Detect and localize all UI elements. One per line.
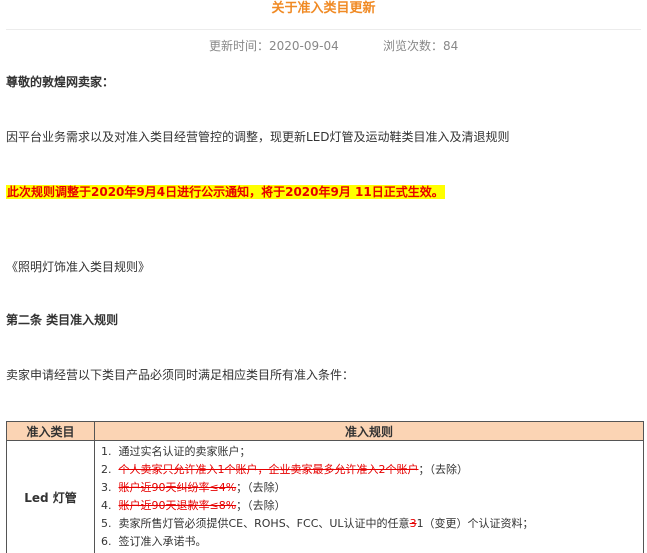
update-time-label: 更新时间： (209, 39, 270, 53)
rule-text: ；（去除） (236, 481, 286, 494)
rule-removed-text: 账户近90天退款率≤8% (118, 499, 237, 512)
category-cell: Led 灯管 (6, 440, 95, 553)
rule-item: 6. 签订准入承诺书。 (101, 533, 643, 551)
admission-rules-table: 准入类目 准入规则 Led 灯管 1. 通过实名认证的卖家账户； 2. 个人卖家… (6, 421, 644, 553)
rule-number: 4. (101, 499, 112, 512)
effective-notice-highlight: 此次规则调整于2020年9月4日进行公示通知，将于2020年9月 11日正式生效… (6, 185, 445, 199)
rule-number: 1. (101, 445, 112, 458)
rules-cell: 1. 通过实名认证的卖家账户； 2. 个人卖家只允许准入1个账户，企业卖家最多允… (94, 440, 644, 553)
rule-item: 3. 账户近90天纠纷率≤4%；（去除） (101, 479, 643, 497)
rule-text: 通过实名认证的卖家账户； (118, 445, 251, 458)
table-row: Led 灯管 1. 通过实名认证的卖家账户； 2. 个人卖家只允许准入1个账户，… (6, 440, 644, 553)
intro-paragraph: 因平台业务需求以及对准入类目经营管控的调整，现更新LED灯管及运动鞋类目准入及清… (6, 130, 510, 144)
rule-item: 5. 卖家所售灯管必须提供CE、ROHS、FCC、UL认证中的任意31（变更）个… (101, 515, 643, 533)
requirement-text: 卖家申请经营以下类目产品必须同时满足相应类目所有准入条件： (6, 368, 355, 382)
header-rules: 准入规则 (94, 421, 644, 441)
rule-number: 3. (101, 481, 112, 494)
rule-item: 4. 账户近90天退款率≤8%；（去除） (101, 497, 643, 515)
rule-item: 2. 个人卖家只允许准入1个账户，企业卖家最多允许准入2个账户；（去除） (101, 461, 643, 479)
rule-removed-text: 个人卖家只允许准入1个账户，企业卖家最多允许准入2个账户 (118, 463, 419, 476)
rule-removed-text: 3 (409, 517, 417, 530)
view-count-value: 84 (443, 39, 459, 53)
view-count-label: 浏览次数： (383, 39, 444, 53)
table-header-row: 准入类目 准入规则 (6, 421, 644, 441)
title-divider (6, 29, 641, 30)
header-category: 准入类目 (6, 421, 95, 441)
effective-notice: 此次规则调整于2020年9月4日进行公示通知，将于2020年9月 11日正式生效… (6, 184, 445, 200)
update-time: 更新时间：2020-09-04 (209, 38, 339, 54)
rule-number: 6. (101, 535, 112, 548)
article-heading: 第二条 类目准入规则 (6, 313, 119, 327)
rule-number: 2. (101, 463, 112, 476)
rules-title: 《照明灯饰准入类目规则》 (6, 260, 151, 274)
rule-text: 签订准入承诺书。 (118, 535, 207, 548)
rule-text: ；（去除） (418, 463, 469, 476)
greeting: 尊敬的敦煌网卖家： (6, 75, 115, 89)
rule-removed-text: 账户近90天纠纷率≤4% (118, 481, 237, 494)
rule-number: 5. (101, 517, 112, 530)
rule-item: 1. 通过实名认证的卖家账户； (101, 443, 643, 461)
rule-text: 卖家所售灯管必须提供CE、ROHS、FCC、UL认证中的任意 (118, 517, 410, 530)
rule-text: ；（去除） (236, 499, 286, 512)
rule-text-changed: 1（变更）个认证资料； (416, 517, 534, 530)
view-count: 浏览次数：84 (383, 38, 458, 54)
update-time-value: 2020-09-04 (269, 39, 339, 53)
article-title: 关于准入类目更新 (271, 1, 376, 16)
